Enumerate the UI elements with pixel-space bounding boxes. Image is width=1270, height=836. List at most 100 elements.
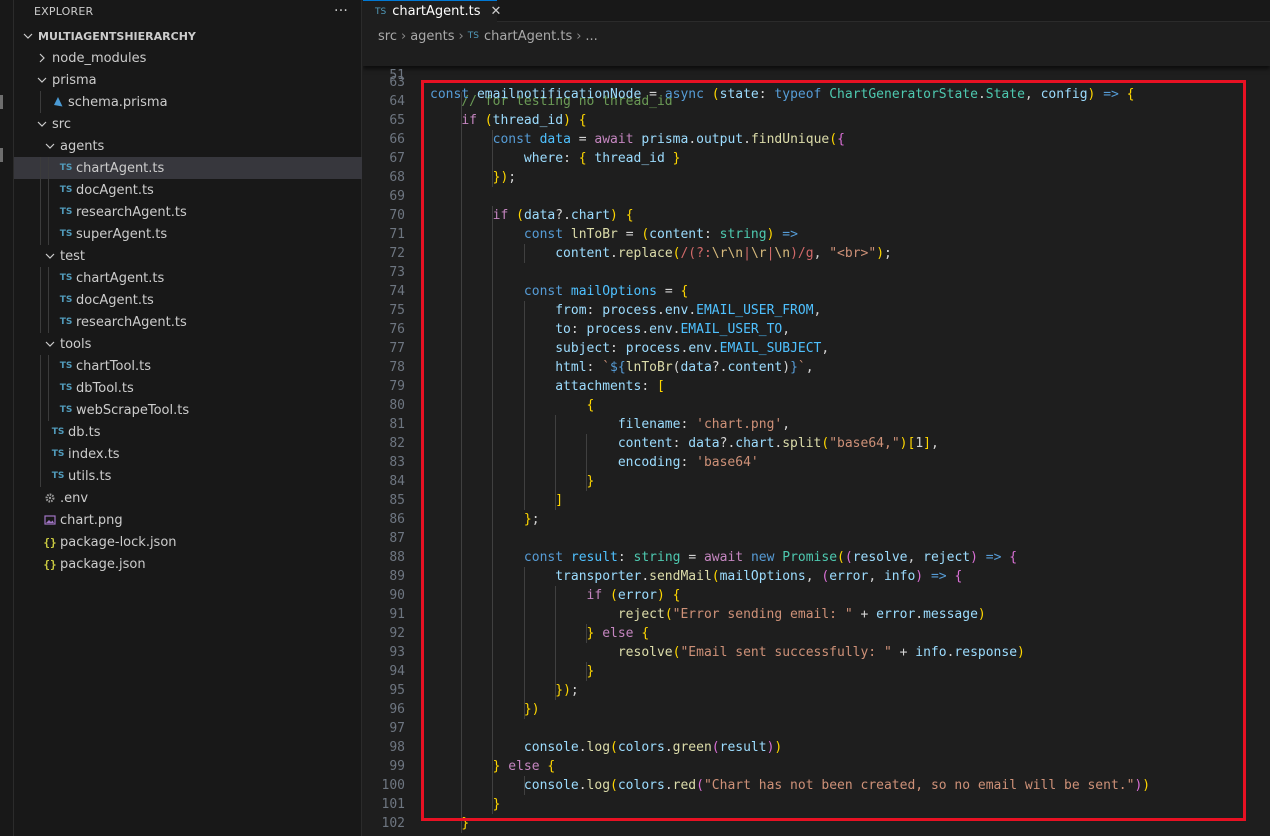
tree-file[interactable]: TS webScrapeTool.ts <box>14 399 362 421</box>
prisma-file-icon <box>50 94 66 110</box>
line-number: 101 <box>381 797 405 812</box>
line-number: 90 <box>389 588 405 603</box>
typescript-file-icon: TS <box>51 427 65 437</box>
tree-folder[interactable]: agents <box>14 135 362 157</box>
tree-item-label: utils.ts <box>68 468 112 484</box>
line-number: 70 <box>389 208 405 223</box>
tree-file[interactable]: TS docAgent.ts <box>14 179 362 201</box>
line-number: 99 <box>389 759 405 774</box>
indent-guide <box>40 311 41 333</box>
typescript-file-icon: TS <box>59 273 73 283</box>
tree-item-label: chartAgent.ts <box>76 270 165 286</box>
tree-file[interactable]: .env <box>14 487 362 509</box>
tree-item-label: src <box>52 116 71 132</box>
tree-file[interactable]: TS chartAgent.ts <box>14 267 362 289</box>
breadcrumb-symbol[interactable]: ... <box>585 29 597 44</box>
tree-item-label: prisma <box>52 72 97 88</box>
tree-file[interactable]: TS superAgent.ts <box>14 223 362 245</box>
code-line: } <box>461 816 470 831</box>
tree-file[interactable]: schema.prisma <box>14 91 362 113</box>
line-number: 74 <box>389 284 405 299</box>
tab-chartagent[interactable]: TS chartAgent.ts ✕ <box>363 0 501 22</box>
tree-file[interactable]: chart.png <box>14 509 362 531</box>
tree-folder[interactable]: tools <box>14 333 362 355</box>
tree-folder[interactable]: src <box>14 113 362 135</box>
file-tree: node_modulesprisma schema.prisma src agents… <box>14 47 362 575</box>
tree-folder[interactable]: test <box>14 245 362 267</box>
chevron-down-icon <box>42 138 58 154</box>
more-actions-icon[interactable]: ··· <box>334 3 348 19</box>
tree-file[interactable]: {} package-lock.json <box>14 531 362 553</box>
indent-guide <box>40 377 41 399</box>
line-number: 72 <box>389 246 405 261</box>
activity-indicator <box>0 148 3 162</box>
line-number: 77 <box>389 341 405 356</box>
tree-file[interactable]: TS docAgent.ts <box>14 289 362 311</box>
tree-file[interactable]: TS utils.ts <box>14 465 362 487</box>
indent-guide <box>523 301 525 510</box>
line-number: 67 <box>389 151 405 166</box>
line-number: 96 <box>389 702 405 717</box>
code-line: if (thread_id) { <box>461 113 587 128</box>
line-number: 97 <box>389 721 405 736</box>
code-line: transporter.sendMail(mailOptions, (error… <box>555 569 963 584</box>
chevron-down-icon <box>34 72 50 88</box>
line-number: 84 <box>389 474 405 489</box>
code-line: const lnToBr = (content: string) => <box>523 227 798 242</box>
code-line: console.log(colors.red("Chart has not be… <box>523 778 1151 793</box>
code-line: } <box>492 797 501 812</box>
explorer-title: EXPLORER <box>34 4 94 18</box>
typescript-file-icon: TS <box>375 6 387 17</box>
typescript-file-icon: TS <box>59 405 73 415</box>
indent-guide <box>492 130 494 187</box>
tree-file[interactable]: TS index.ts <box>14 443 362 465</box>
typescript-file-icon: TS <box>467 31 479 41</box>
line-number: 73 <box>389 265 405 280</box>
tree-folder[interactable]: node_modules <box>14 47 362 69</box>
line-number: 87 <box>389 531 405 546</box>
activity-indicator <box>0 95 3 109</box>
tree-item-label: schema.prisma <box>68 94 168 110</box>
code-line: const emailnotificationNode = async (sta… <box>430 87 1135 102</box>
tree-item-label: researchAgent.ts <box>76 204 187 220</box>
tree-file[interactable]: TS chartAgent.ts <box>14 157 362 179</box>
line-number: 86 <box>389 512 405 527</box>
indent-guide <box>40 465 41 487</box>
indent-guide <box>40 267 41 289</box>
tree-file[interactable]: TS dbTool.ts <box>14 377 362 399</box>
code-line: }); <box>555 683 579 698</box>
line-number: 79 <box>389 379 405 394</box>
breadcrumb-src[interactable]: src <box>378 29 397 44</box>
project-section-header[interactable]: MULTIAGENTSHIERARCHY <box>14 26 362 46</box>
tree-file[interactable]: TS researchAgent.ts <box>14 201 362 223</box>
code-line: subject: process.env.EMAIL_SUBJECT, <box>555 341 830 356</box>
line-number: 76 <box>389 322 405 337</box>
explorer-header: EXPLORER ··· <box>14 0 362 22</box>
typescript-file-icon: TS <box>59 361 73 371</box>
tree-file[interactable]: TS db.ts <box>14 421 362 443</box>
code-line: } <box>586 664 595 679</box>
tree-item-label: index.ts <box>68 446 120 462</box>
breadcrumb-file[interactable]: chartAgent.ts <box>484 29 572 44</box>
breadcrumb-agents[interactable]: agents <box>410 29 454 44</box>
tree-item-label: dbTool.ts <box>76 380 134 396</box>
sticky-scroll-line[interactable]: 51 const emailnotificationNode = async (… <box>363 47 1270 102</box>
line-number: 85 <box>389 493 405 508</box>
code-line: where: { thread_id } <box>523 151 681 166</box>
chevron-right-icon: › <box>458 28 464 44</box>
code-editor[interactable]: 51 const emailnotificationNode = async (… <box>363 47 1270 836</box>
tree-file[interactable]: TS researchAgent.ts <box>14 311 362 333</box>
tree-item-label: researchAgent.ts <box>76 314 187 330</box>
tree-item-label: chartTool.ts <box>76 358 152 374</box>
line-number: 88 <box>389 550 405 565</box>
tree-folder[interactable]: prisma <box>14 69 362 91</box>
tree-file[interactable]: {} package.json <box>14 553 362 575</box>
indent-guide <box>48 267 49 289</box>
code-line: const result: string = await new Promise… <box>523 550 1018 565</box>
close-icon[interactable]: ✕ <box>491 4 502 19</box>
tree-file[interactable]: TS chartTool.ts <box>14 355 362 377</box>
line-number: 80 <box>389 398 405 413</box>
json-file-icon: {} <box>43 535 57 549</box>
indent-guide <box>40 421 41 443</box>
typescript-file-icon: TS <box>59 295 73 305</box>
